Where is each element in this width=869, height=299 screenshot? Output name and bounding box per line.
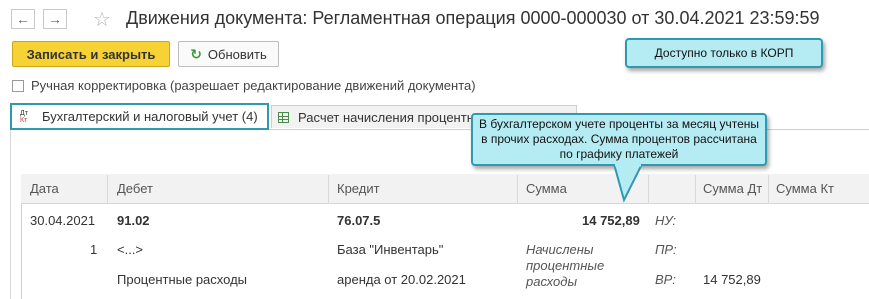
arrow-left-icon: ← [16, 11, 30, 27]
register-grid-icon [278, 111, 289, 123]
pr-label: ПР: [655, 242, 677, 257]
entry-date[interactable]: 30.04.2021 [30, 213, 95, 228]
debit-credit-icon: Дт Кт [20, 109, 28, 124]
nu-label: НУ: [655, 213, 677, 228]
col-debit-header[interactable]: Дебет [117, 181, 153, 196]
favorite-star-icon[interactable]: ☆ [93, 7, 111, 32]
save-and-close-button[interactable]: Записать и закрыть [12, 41, 170, 67]
entry-debit-account[interactable]: 91.02 [117, 213, 150, 228]
debit-subconto-1[interactable]: <...> [117, 242, 143, 257]
credit-subconto-2[interactable]: аренда от 20.02.2021 [337, 272, 466, 287]
tab-interest-label: Расчет начисления процентных [298, 109, 490, 125]
refresh-button[interactable]: ↻ Обновить [178, 41, 279, 67]
korp-callout: Доступно только в КОРП [625, 38, 823, 68]
col-separator [107, 175, 108, 204]
manual-edit-checkbox[interactable] [12, 80, 24, 92]
col-sum-header[interactable]: Сумма [526, 181, 567, 196]
debit-subconto-2[interactable]: Процентные расходы [117, 272, 247, 287]
forward-button[interactable]: → [43, 9, 67, 29]
panel-left-border [10, 130, 11, 299]
save-and-close-label: Записать и закрыть [26, 46, 156, 62]
arrow-right-icon: → [48, 11, 62, 27]
col-separator [517, 175, 518, 204]
entry-sum[interactable]: 14 752,89 [582, 213, 640, 228]
col-separator [328, 175, 329, 204]
col-separator [768, 175, 769, 204]
credit-subconto-1[interactable]: База "Инвентарь" [337, 242, 443, 257]
callout-pointer [612, 164, 644, 203]
tab-accounting[interactable]: Дт Кт Бухгалтерский и налоговый учет (4) [10, 103, 269, 130]
manual-edit-label[interactable]: Ручная корректировка (разрешает редактир… [31, 78, 476, 93]
vr-sum-dt[interactable]: 14 752,89 [703, 272, 761, 287]
refresh-label: Обновить [207, 46, 267, 62]
col-separator [695, 175, 696, 204]
vr-label: ВР: [655, 272, 676, 287]
back-button[interactable]: ← [11, 9, 35, 29]
entry-number: 1 [90, 242, 98, 257]
entry-credit-account[interactable]: 76.07.5 [337, 213, 380, 228]
col-sum-dt-header[interactable]: Сумма Дт [703, 181, 762, 196]
col-date-header[interactable]: Дата [30, 181, 59, 196]
tab-accounting-label: Бухгалтерский и налоговый учет (4) [42, 109, 258, 124]
entry-content[interactable]: Начислены процентные расходы [526, 242, 604, 290]
col-sum-kt-header[interactable]: Сумма Кт [776, 181, 834, 196]
window-title: Движения документа: Регламентная операци… [126, 8, 820, 28]
refresh-icon: ↻ [190, 45, 202, 62]
col-credit-header[interactable]: Кредит [337, 181, 380, 196]
interest-callout: В бухгалтерском учете проценты за месяц … [471, 113, 767, 166]
